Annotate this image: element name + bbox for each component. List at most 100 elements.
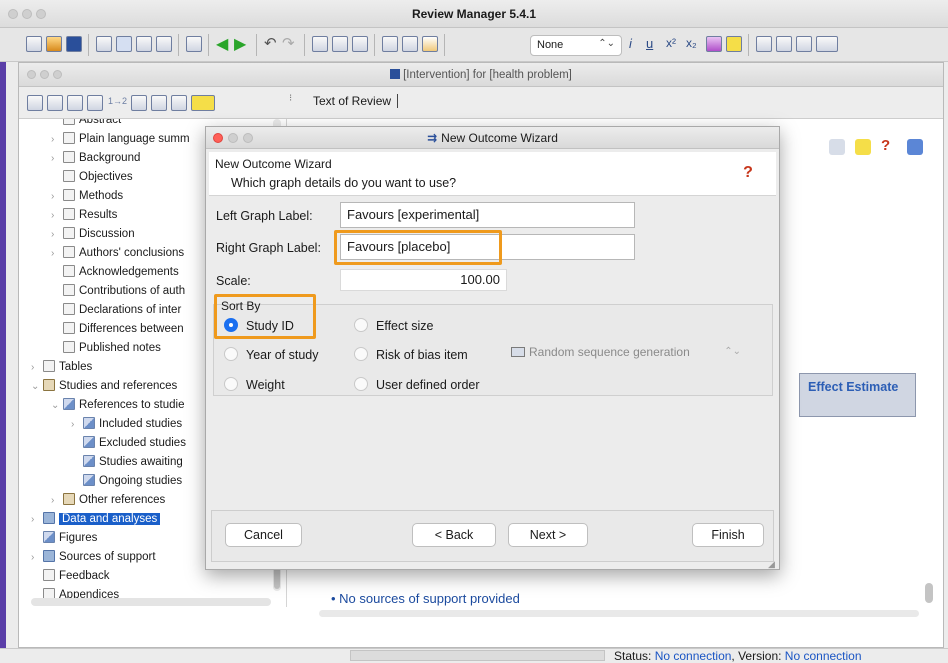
risk-of-bias-item-select[interactable]: Random sequence generation ⌃⌄	[511, 345, 741, 365]
chevron-right-icon[interactable]: ›	[51, 207, 63, 225]
underline-icon[interactable]: u	[646, 36, 653, 51]
tree-item[interactable]: › Discussion	[51, 225, 135, 243]
tree-item[interactable]: ⌄ Studies and references	[31, 377, 177, 395]
tree-item[interactable]: Feedback	[31, 567, 110, 585]
tool-icon[interactable]	[136, 36, 152, 52]
tree-item[interactable]: Contributions of auth	[51, 282, 185, 300]
cancel-button[interactable]: Cancel	[225, 523, 302, 547]
chart-icon[interactable]	[87, 95, 103, 111]
chevron-right-icon[interactable]: ›	[51, 492, 63, 510]
tree-item[interactable]: Objectives	[51, 168, 133, 186]
new-document-icon[interactable]	[26, 36, 42, 52]
chevron-right-icon[interactable]: ›	[51, 131, 63, 149]
help-icon[interactable]: ?	[881, 137, 897, 154]
tree-item[interactable]: Differences between	[51, 320, 184, 338]
note-icon[interactable]	[855, 139, 871, 155]
tree-item[interactable]: Abstract	[51, 119, 121, 129]
sort-risk-of-bias-radio[interactable]: Risk of bias item	[354, 347, 468, 363]
paragraph-style-select[interactable]: None ⌃⌄	[530, 35, 622, 56]
tab-text-of-review[interactable]: Text of Review	[313, 94, 399, 108]
tree-item[interactable]: Figures	[31, 529, 97, 547]
left-graph-label-input[interactable]: Favours [experimental]	[340, 202, 635, 228]
chevron-right-icon[interactable]: ›	[31, 511, 43, 529]
subscript-icon[interactable]: x₂	[686, 36, 697, 50]
highlight-icon[interactable]	[706, 36, 722, 52]
tree-item[interactable]: Ongoing studies	[71, 472, 182, 490]
spellcheck-icon[interactable]	[382, 36, 398, 52]
forward-arrow-icon[interactable]: ▶	[234, 34, 246, 54]
next-button[interactable]: Next >	[508, 523, 588, 547]
tree-item-label: Sources of support	[59, 551, 156, 563]
add-section-icon[interactable]	[27, 95, 43, 111]
chevron-right-icon[interactable]: ›	[71, 416, 83, 434]
edit-icon[interactable]	[67, 95, 83, 111]
italic-icon[interactable]: i	[629, 36, 632, 51]
content-horizontal-scrollbar[interactable]	[319, 610, 919, 617]
tree-item[interactable]: Excluded studies	[71, 434, 186, 452]
tree-item[interactable]: › Methods	[51, 187, 123, 205]
spellcheck-abc-icon[interactable]	[402, 36, 418, 52]
superscript-icon[interactable]: x²	[666, 36, 676, 50]
undo-icon[interactable]: ↶	[264, 34, 277, 52]
more-options-icon[interactable]	[816, 36, 838, 52]
pen-icon[interactable]	[171, 95, 187, 111]
tree-item[interactable]: › Authors' conclusions	[51, 244, 184, 262]
paste-icon[interactable]	[352, 36, 368, 52]
resize-grip-icon[interactable]: ◢	[768, 559, 775, 570]
pin-icon[interactable]	[829, 139, 845, 155]
tree-item[interactable]: › Other references	[51, 491, 165, 509]
note-dropdown-icon[interactable]	[191, 95, 215, 111]
sort-year-radio[interactable]: Year of study	[224, 347, 319, 363]
home-icon[interactable]	[96, 36, 112, 52]
bullet-list-icon[interactable]	[756, 36, 772, 52]
numbering-icon[interactable]: 1→2	[108, 96, 127, 106]
sort-user-defined-radio[interactable]: User defined order	[354, 377, 480, 393]
chevron-down-icon[interactable]: ⌄	[51, 397, 63, 415]
copy-icon[interactable]	[332, 36, 348, 52]
chevron-right-icon[interactable]: ›	[31, 359, 43, 377]
filter-icon[interactable]	[151, 95, 167, 111]
numbered-list-icon[interactable]	[776, 36, 792, 52]
tree-item[interactable]: ⌄ References to studie	[51, 396, 184, 414]
redo-icon[interactable]: ↷	[282, 34, 295, 52]
tree-item[interactable]: Acknowledgements	[51, 263, 179, 281]
help-icon[interactable]: ?	[739, 164, 757, 184]
tree-item[interactable]: › Plain language summ	[51, 130, 190, 148]
tree-item[interactable]: › Background	[51, 149, 140, 167]
open-folder-icon[interactable]	[46, 36, 62, 52]
back-arrow-icon[interactable]: ◀	[216, 34, 228, 54]
tree-icon[interactable]	[131, 95, 147, 111]
chevron-right-icon[interactable]: ›	[51, 188, 63, 206]
chevron-right-icon[interactable]: ›	[31, 549, 43, 567]
scale-input[interactable]: 100.00	[340, 269, 507, 291]
sort-effect-size-radio[interactable]: Effect size	[354, 318, 433, 334]
chevron-right-icon[interactable]: ›	[51, 226, 63, 244]
tree-item[interactable]: Published notes	[51, 339, 161, 357]
tree-horizontal-scrollbar[interactable]	[31, 598, 271, 606]
find-icon[interactable]	[422, 36, 438, 52]
tree-item[interactable]: Declarations of inter	[51, 301, 181, 319]
tool-icon[interactable]	[156, 36, 172, 52]
content-scrollbar[interactable]	[925, 483, 933, 603]
print-icon[interactable]	[186, 36, 202, 52]
finish-button[interactable]: Finish	[692, 523, 764, 547]
properties-icon[interactable]	[47, 95, 63, 111]
import-icon[interactable]	[116, 36, 132, 52]
tree-item[interactable]: › Included studies	[71, 415, 182, 433]
splitter-handle-icon[interactable]: ⁝	[289, 93, 292, 104]
cut-icon[interactable]	[312, 36, 328, 52]
back-button[interactable]: < Back	[412, 523, 496, 547]
tree-item[interactable]: Studies awaiting	[71, 453, 183, 471]
chevron-right-icon[interactable]: ›	[51, 150, 63, 168]
indent-icon[interactable]	[796, 36, 812, 52]
tree-item[interactable]: › Sources of support	[31, 548, 156, 566]
chevron-down-icon[interactable]: ⌄	[31, 378, 43, 396]
marker-icon[interactable]	[726, 36, 742, 52]
sort-weight-radio[interactable]: Weight	[224, 377, 285, 393]
chevron-right-icon[interactable]: ›	[51, 245, 63, 263]
tree-item[interactable]: › Data and analyses	[31, 510, 161, 529]
save-icon[interactable]	[66, 36, 82, 52]
tree-item[interactable]: › Tables	[31, 358, 92, 376]
tree-item[interactable]: › Results	[51, 206, 117, 224]
export-icon[interactable]	[907, 139, 923, 155]
